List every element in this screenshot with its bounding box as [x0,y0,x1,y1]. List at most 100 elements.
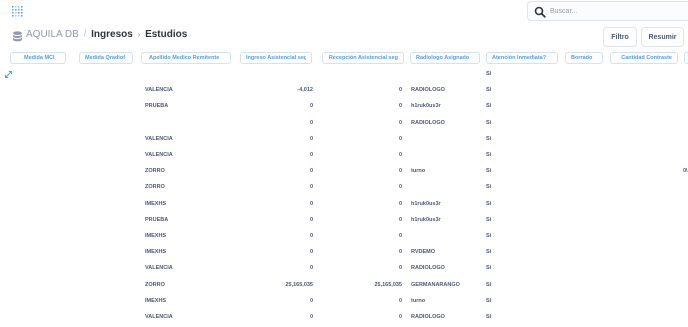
table-cell-atencion[interactable]: Si [486,103,491,109]
table-cell-ingreso[interactable]: 0 [310,233,313,239]
table-cell-recepcion[interactable]: 0 [399,298,402,304]
table-cell-ingreso[interactable]: 0 [310,184,313,190]
table-cell-ingreso[interactable]: -4,012 [297,87,313,93]
column-header-medida-mci[interactable]: Medida MCI [10,52,66,64]
table-cell-radiologo[interactable]: h1ruk0us3r [411,217,441,223]
table-cell-recepcion[interactable]: 0 [399,168,402,174]
column-header-medida-qradiof[interactable]: Medida Qradiof [79,52,133,64]
table-cell-recepcion[interactable]: 0 [399,184,402,190]
summarize-button[interactable]: Resumir [641,27,684,47]
table-cell-recepcion[interactable]: 0 [399,217,402,223]
metabase-logo-icon[interactable] [12,5,24,17]
table-cell-atencion[interactable]: Si [486,152,491,158]
table-cell-recepcion[interactable]: 0 [399,120,402,126]
table-cell-recepcion[interactable]: 0 [399,152,402,158]
table-cell-recepcion[interactable]: 0 [399,87,402,93]
table-cell-radiologo[interactable]: turno [411,298,425,304]
table-cell-radiologo[interactable]: turno [411,168,425,174]
table-row[interactable]: IMEXHS 0 0 RVDEMO Si [0,244,688,260]
table-cell-atencion[interactable]: Si [486,71,491,77]
table-row[interactable]: PRUEBA 0 0 h1ruk0us3r Si [0,98,688,114]
table-row[interactable]: ZORRO 25,165,035 25,165,035 GERMANARANGO Si [0,277,688,293]
filter-button[interactable]: Filtro [603,27,637,47]
table-cell-medico[interactable]: IMEXHS [145,249,166,255]
table-row[interactable]: VALENCIA 0 0 RADIOLOGO Si [0,260,688,276]
table-cell-ingreso[interactable]: 25,165,035 [285,282,313,288]
table-cell-atencion[interactable]: Si [486,168,491,174]
table-cell-atencion[interactable]: Si [486,265,491,271]
table-cell-radiologo[interactable]: RVDEMO [411,249,435,255]
table-cell-recepcion[interactable]: 0 [399,249,402,255]
table-cell-medico[interactable]: VALENCIA [145,136,173,142]
table-row[interactable]: IMEXHS 0 0 h1ruk0us3r Si [0,196,688,212]
column-header-atencion-inmediata[interactable]: Atención Inmediata? [486,52,558,64]
table-row[interactable]: Si [0,66,688,82]
table-row[interactable]: VALENCIA -4,012 0 RADIOLOGO Si [0,82,688,98]
table-cell-medico[interactable]: VALENCIA [145,152,173,158]
table-cell-ingreso[interactable]: 0 [310,152,313,158]
table-cell-recepcion[interactable]: 0 [399,201,402,207]
table-cell-atencion[interactable]: Si [486,201,491,207]
table-cell-atencion[interactable]: Si [486,298,491,304]
table-cell-atencion[interactable]: Si [486,282,491,288]
table-cell-radiologo[interactable]: RADIOLOGO [411,87,445,93]
table-cell-ingreso[interactable]: 0 [310,298,313,304]
table-row[interactable]: VALENCIA 0 0 RADIOLOGO Si [0,309,688,325]
column-header-ingreso-asistencial[interactable]: Ingreso Asistencial seg [240,52,312,64]
table-cell-atencion[interactable]: Si [486,249,491,255]
table-cell-ingreso[interactable]: 0 [310,120,313,126]
table-cell-radiologo[interactable]: h1ruk0us3r [411,201,441,207]
table-row[interactable]: IMEXHS 0 0 Si [0,228,688,244]
breadcrumb-question[interactable]: Estudios [145,29,187,40]
table-cell-atencion[interactable]: Si [486,184,491,190]
column-header-borrado[interactable]: Borrado [565,52,603,64]
column-header-apellido-medico[interactable]: Apellido Medico Remitente [141,52,231,64]
table-row[interactable]: VALENCIA 0 0 Si [0,147,688,163]
column-header-overflow[interactable] [684,52,688,64]
table-cell-atencion[interactable]: Si [486,217,491,223]
table-cell-medico[interactable]: VALENCIA [145,87,173,93]
search-input[interactable] [550,4,680,18]
table-cell-medico[interactable]: VALENCIA [145,265,173,271]
column-header-radiologo-asignado[interactable]: Radiologo Asignado [410,52,480,64]
table-cell-recepcion[interactable]: 0 [399,233,402,239]
table-cell-recepcion[interactable]: 0 [399,103,402,109]
table-cell-medico[interactable]: ZORRO [145,168,165,174]
table-cell-atencion[interactable]: Si [486,120,491,126]
table-cell-medico[interactable]: IMEXHS [145,201,166,207]
table-cell-radiologo[interactable]: RADIOLOGO [411,265,445,271]
table-row[interactable]: ZORRO 0 0 turno Si 0\ [0,163,688,179]
table-cell-radiologo[interactable]: RADIOLOGO [411,120,445,126]
table-cell-recepcion[interactable]: 0 [399,314,402,320]
table-cell-ingreso[interactable]: 0 [310,265,313,271]
table-row[interactable]: IMEXHS 0 0 turno Si [0,293,688,309]
table-cell-medico[interactable]: VALENCIA [145,314,173,320]
table-cell-medico[interactable]: ZORRO [145,282,165,288]
table-row[interactable]: 0 0 RADIOLOGO Si [0,115,688,131]
table-cell-recepcion[interactable]: 25,165,035 [374,282,402,288]
table-cell-medico[interactable]: IMEXHS [145,298,166,304]
table-row[interactable]: ZORRO 0 0 Si [0,179,688,195]
table-cell-radiologo[interactable]: h1ruk0us3r [411,103,441,109]
column-header-cantidad-contraste[interactable]: Cantidad Contraste [610,52,678,64]
table-cell-radiologo[interactable]: RADIOLOGO [411,314,445,320]
table-cell-extra[interactable]: 0\ [683,168,688,174]
table-cell-medico[interactable]: IMEXHS [145,233,166,239]
breadcrumb-database[interactable]: AQUILA DB [26,29,79,40]
table-cell-ingreso[interactable]: 0 [310,217,313,223]
table-row[interactable]: PRUEBA 0 0 h1ruk0us3r Si [0,212,688,228]
table-row[interactable]: VALENCIA 0 0 Si [0,131,688,147]
table-cell-medico[interactable]: PRUEBA [145,103,168,109]
table-cell-ingreso[interactable]: 0 [310,103,313,109]
table-cell-medico[interactable]: ZORRO [145,184,165,190]
table-cell-ingreso[interactable]: 0 [310,249,313,255]
table-cell-ingreso[interactable]: 0 [310,168,313,174]
table-cell-atencion[interactable]: Si [486,314,491,320]
table-cell-recepcion[interactable]: 0 [399,136,402,142]
table-cell-recepcion[interactable]: 0 [399,265,402,271]
table-cell-atencion[interactable]: Si [486,87,491,93]
table-cell-ingreso[interactable]: 0 [310,136,313,142]
column-header-recepcion-asistencial[interactable]: Recepción Asistencial seg [322,52,404,64]
table-cell-ingreso[interactable]: 0 [310,314,313,320]
table-cell-medico[interactable]: PRUEBA [145,217,168,223]
